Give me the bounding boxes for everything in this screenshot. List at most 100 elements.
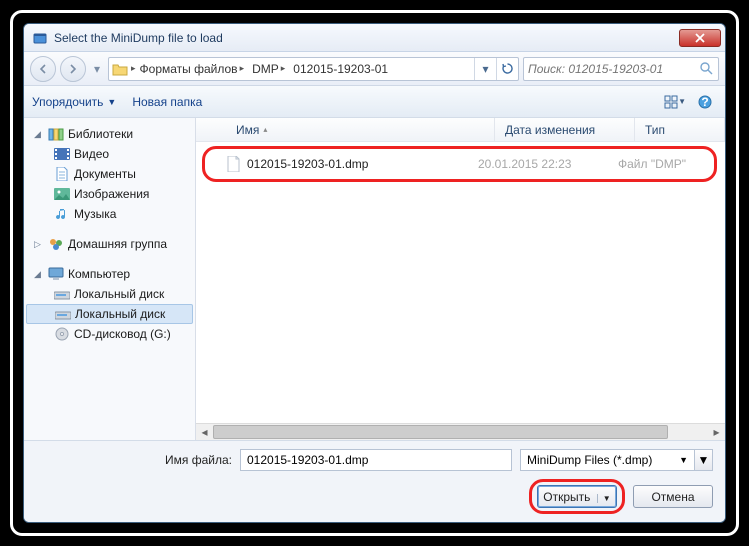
filetype-label: MiniDump Files (*.dmp) [527,453,652,467]
file-pane: Имя ▴ Дата изменения Тип 012015-19203-01… [196,118,725,440]
open-button[interactable]: Открыть ▼ [537,485,617,508]
tree-label: Локальный диск [74,287,164,301]
file-row[interactable]: 012015-19203-01.dmp 20.01.2015 22:23 Фай… [211,153,708,175]
sidebar-item-computer[interactable]: ◢Компьютер [26,264,193,284]
app-icon [32,30,48,46]
video-icon [54,146,70,162]
breadcrumb-dropdown-button[interactable]: ▾ [474,58,496,80]
filename-label: Имя файла: [160,453,232,467]
computer-icon [48,266,64,282]
column-type[interactable]: Тип [635,118,725,141]
nav-forward-button[interactable] [60,56,86,82]
footer: Имя файла: MiniDump Files (*.dmp)▼ ▼ Отк… [24,441,725,522]
tree-label: Компьютер [68,267,130,281]
navbar: ▾ ▸ Форматы файлов ▸ DMP ▸ 012015-19203-… [24,52,725,86]
folder-icon [109,62,131,76]
open-label: Открыть [543,490,590,504]
scroll-thumb[interactable] [213,425,668,439]
help-icon: ? [698,95,712,109]
sidebar-item-images[interactable]: Изображения [26,184,193,204]
breadcrumb-label: Форматы файлов [140,62,238,76]
col-label: Имя [236,123,259,137]
sidebar-item-localdisk-1[interactable]: Локальный диск [26,284,193,304]
column-date[interactable]: Дата изменения [495,118,635,141]
cdrom-icon [54,326,70,342]
tree-label: Музыка [74,207,116,221]
nav-history-dropdown[interactable]: ▾ [90,56,104,82]
toolbar: Упорядочить ▼ Новая папка ▼ ? [24,86,725,118]
tree-label: Видео [74,147,109,161]
help-button[interactable]: ? [693,91,717,113]
sidebar-item-documents[interactable]: Документы [26,164,193,184]
organize-label: Упорядочить [32,95,103,109]
open-file-dialog: Select the MiniDump file to load ▾ ▸ Фор… [23,23,726,523]
cancel-button[interactable]: Отмена [633,485,713,508]
search-input[interactable] [528,62,698,76]
organize-menu[interactable]: Упорядочить ▼ [32,95,116,109]
file-icon [225,156,241,172]
homegroup-icon [48,236,64,252]
tree-label: Документы [74,167,136,181]
scroll-track[interactable] [213,424,708,440]
scroll-left-button[interactable]: ◂ [196,424,213,440]
breadcrumb-seg-2[interactable]: DMP ▸ [248,58,289,80]
sidebar-item-homegroup[interactable]: ▷Домашняя группа [26,234,193,254]
file-date-cell: 20.01.2015 22:23 [478,157,618,171]
libraries-icon [48,126,64,142]
search-box[interactable] [523,57,719,81]
breadcrumb-seg-1[interactable]: Форматы файлов ▸ [136,58,249,80]
button-row: Открыть ▼ Отмена [36,479,713,514]
window-title: Select the MiniDump file to load [54,31,679,45]
sidebar-item-video[interactable]: Видео [26,144,193,164]
col-label: Дата изменения [505,123,595,137]
file-type-cell: Файл "DMP" [618,157,708,171]
highlight-file-row: 012015-19203-01.dmp 20.01.2015 22:23 Фай… [202,146,717,182]
breadcrumb-label: DMP [252,62,279,76]
file-name-text: 012015-19203-01.dmp [247,157,368,171]
close-button[interactable] [679,29,721,47]
view-icon [664,95,678,109]
col-label: Тип [645,123,665,137]
refresh-button[interactable] [496,58,518,80]
music-icon [54,206,70,222]
file-name-cell: 012015-19203-01.dmp [211,156,478,172]
tree-label: Изображения [74,187,149,201]
close-icon [694,33,706,43]
arrow-left-icon [38,64,48,74]
toolbar-right: ▼ ? [663,91,717,113]
images-icon [54,186,70,202]
sidebar-item-libraries[interactable]: ◢Библиотеки [26,124,193,144]
filetype-select[interactable]: MiniDump Files (*.dmp)▼ [520,449,695,471]
column-name[interactable]: Имя ▴ [196,118,495,141]
new-folder-button[interactable]: Новая папка [132,95,202,109]
breadcrumb-seg-3[interactable]: 012015-19203-01 [289,58,392,80]
breadcrumb-bar[interactable]: ▸ Форматы файлов ▸ DMP ▸ 012015-19203-01… [108,57,519,81]
titlebar: Select the MiniDump file to load [24,24,725,52]
highlight-open-button: Открыть ▼ [529,479,625,514]
sidebar-item-cdrom[interactable]: CD-дисковод (G:) [26,324,193,344]
sidebar: ◢Библиотеки Видео Документы Изображения … [24,118,196,440]
drive-icon [55,306,71,322]
sidebar-item-music[interactable]: Музыка [26,204,193,224]
filetype-dropdown-extra[interactable]: ▼ [695,449,713,471]
horizontal-scrollbar[interactable]: ◂ ▸ [196,423,725,440]
search-icon [698,61,714,77]
newfolder-label: Новая папка [132,95,202,109]
body: ◢Библиотеки Видео Документы Изображения … [24,118,725,441]
tree-label: Домашняя группа [68,237,167,251]
tree-label: Библиотеки [68,127,133,141]
svg-text:?: ? [701,95,708,109]
tree-label: CD-дисковод (G:) [74,327,171,341]
sidebar-item-localdisk-2[interactable]: Локальный диск [26,304,193,324]
breadcrumb-label: 012015-19203-01 [293,62,388,76]
filename-row: Имя файла: MiniDump Files (*.dmp)▼ ▼ [36,449,713,471]
view-mode-button[interactable]: ▼ [663,91,687,113]
arrow-right-icon [68,64,78,74]
filename-input[interactable] [240,449,512,471]
scroll-right-button[interactable]: ▸ [708,424,725,440]
document-icon [54,166,70,182]
drive-icon [54,286,70,302]
nav-back-button[interactable] [30,56,56,82]
column-headers: Имя ▴ Дата изменения Тип [196,118,725,142]
tree-label: Локальный диск [75,307,165,321]
